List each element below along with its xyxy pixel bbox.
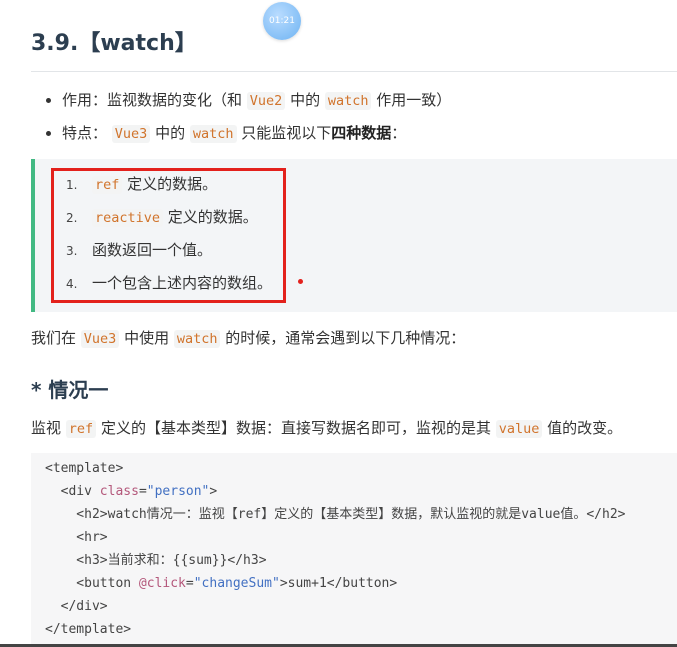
text: 只能监视以下 bbox=[236, 124, 332, 142]
code-line: </div> bbox=[45, 596, 108, 618]
code-text: = bbox=[138, 484, 147, 499]
inline-code: value bbox=[495, 420, 543, 438]
case-heading: * 情况一 bbox=[31, 378, 109, 402]
section-number: 3.9. bbox=[31, 31, 79, 56]
highlight-box bbox=[51, 168, 286, 303]
text: 监视 bbox=[31, 419, 66, 437]
code-text: <template> bbox=[45, 461, 124, 476]
code-attr: @click bbox=[138, 576, 186, 591]
case-description: 监视 ref 定义的【基本类型】数据：直接写数据名即可，监视的是其 value … bbox=[31, 416, 622, 441]
list-item-purpose: 作用：监视数据的变化（和 Vue2 中的 watch 作用一致） bbox=[44, 86, 451, 119]
code-text: >sum+1</button> bbox=[279, 576, 398, 591]
text: 作用：监视数据的变化（和 bbox=[62, 91, 247, 109]
timer-label: 01:21 bbox=[269, 16, 295, 26]
code-attr: class bbox=[99, 484, 139, 499]
code-line: <h2>watch情况一：监视【ref】定义的【基本类型】数据，默认监视的就是v… bbox=[45, 504, 626, 526]
inline-code: ref bbox=[65, 420, 97, 438]
code-line: <h3>当前求和：{{sum}}</h3> bbox=[45, 550, 267, 572]
code-text: = bbox=[185, 576, 194, 591]
inline-code: Vue3 bbox=[80, 330, 120, 348]
code-text: <h3>当前求和：{{sum}}</h3> bbox=[45, 553, 267, 568]
text: 的时候，通常会遇到以下几种情况： bbox=[220, 329, 466, 347]
code-string: "person" bbox=[146, 484, 210, 499]
text: ： bbox=[391, 124, 407, 142]
inline-code: Vue3 bbox=[111, 125, 151, 143]
text: 特点： bbox=[62, 124, 108, 142]
code-text: > bbox=[209, 484, 218, 499]
bold-text: 四种数据 bbox=[331, 124, 392, 142]
usage-note: 我们在 Vue3 中使用 watch 的时候，通常会遇到以下几种情况： bbox=[31, 326, 465, 351]
code-block[interactable]: <template> <div class="person"> <h2>watc… bbox=[31, 453, 677, 647]
code-text: <h2>watch情况一：监视【ref】定义的【基本类型】数据，默认监视的就是v… bbox=[45, 507, 626, 522]
code-text: </template> bbox=[45, 622, 132, 637]
code-text: <hr> bbox=[45, 530, 108, 545]
text: 中的 bbox=[150, 124, 190, 142]
timer-badge: 01:21 bbox=[263, 2, 301, 40]
code-line: </template> bbox=[45, 619, 131, 641]
text: 我们在 bbox=[31, 329, 81, 347]
inline-code: watch bbox=[324, 92, 372, 110]
text: 中的 bbox=[285, 91, 325, 109]
annotation-dot bbox=[298, 279, 303, 284]
text: 中使用 bbox=[119, 329, 174, 347]
section-heading: 3.9.【watch】 bbox=[31, 25, 197, 57]
feature-list: 作用：监视数据的变化（和 Vue2 中的 watch 作用一致） 特点： Vue… bbox=[44, 86, 451, 152]
code-text: </div> bbox=[45, 599, 108, 614]
inline-code: watch bbox=[173, 330, 221, 348]
code-string: "changeSum" bbox=[193, 576, 280, 591]
code-line: <div class="person"> bbox=[45, 481, 218, 503]
inline-code: watch bbox=[189, 125, 237, 143]
inline-code: Vue2 bbox=[246, 92, 286, 110]
list-item-feature: 特点： Vue3 中的 watch 只能监视以下四种数据： bbox=[44, 119, 451, 152]
heading-divider bbox=[31, 71, 677, 72]
code-text: <div bbox=[45, 484, 100, 499]
text: 定义的【基本类型】数据：直接写数据名即可，监视的是其 bbox=[96, 419, 496, 437]
section-title: 【watch】 bbox=[78, 31, 197, 56]
text: 值的改变。 bbox=[542, 419, 623, 437]
code-line: <button @click="changeSum">sum+1</button… bbox=[45, 573, 397, 595]
code-text: <button bbox=[45, 576, 139, 591]
code-line: <hr> bbox=[45, 527, 108, 549]
code-line: <template> bbox=[45, 458, 123, 480]
text: 作用一致） bbox=[371, 91, 452, 109]
